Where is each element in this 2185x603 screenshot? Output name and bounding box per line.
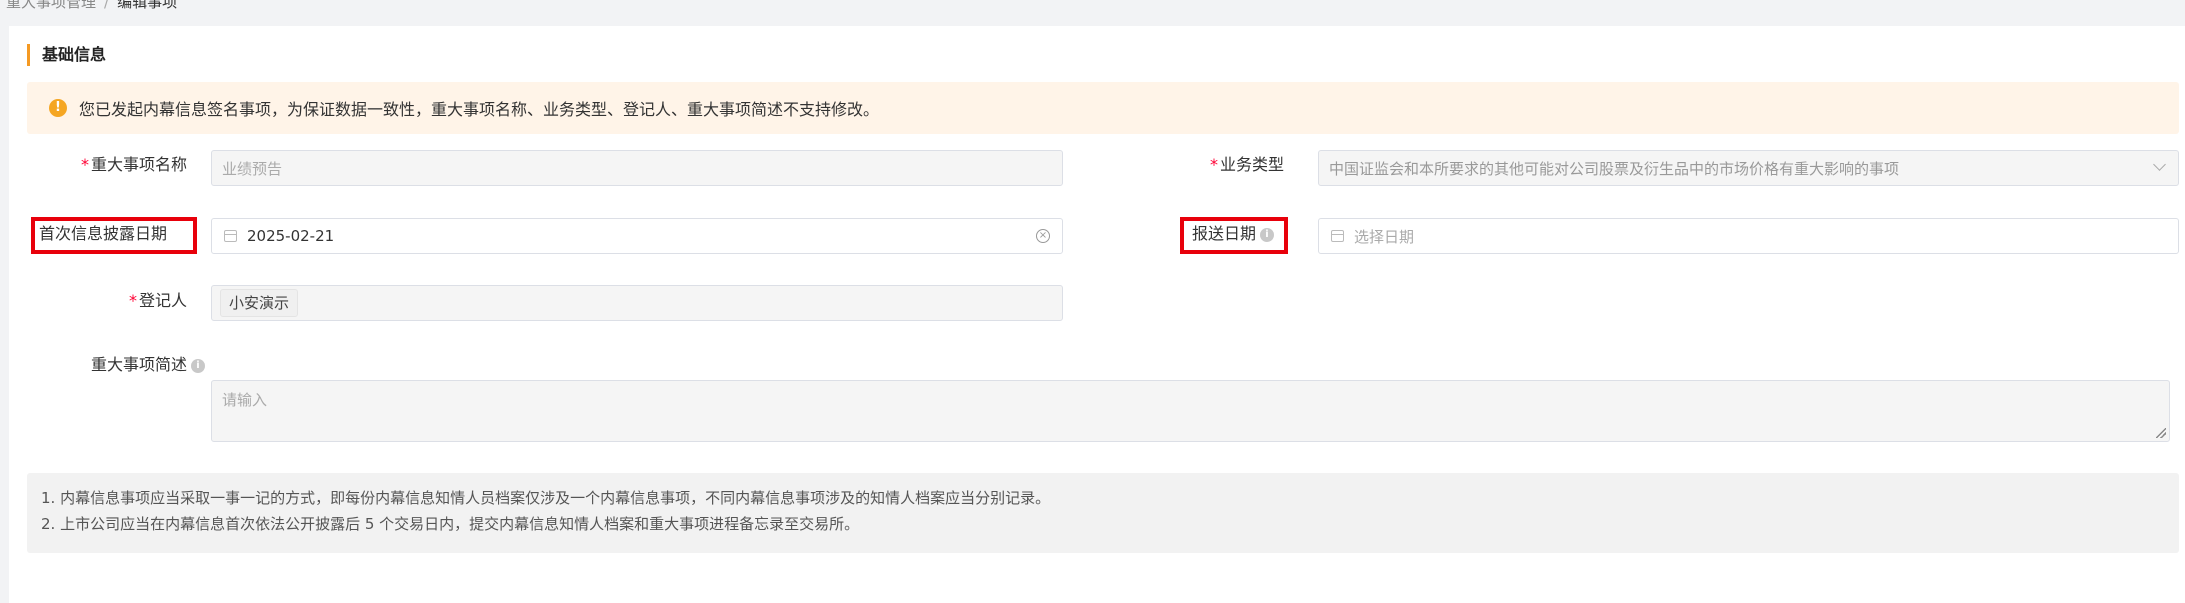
business-type-label-text: 业务类型 [1219, 155, 1284, 174]
matter-name-label: * 重大事项名称 [29, 154, 187, 176]
breadcrumb-parent[interactable]: 重大事项管理 [6, 0, 96, 11]
registrant-select[interactable]: 小安演示 [211, 285, 1063, 321]
breadcrumb-current: 编辑事项 [117, 0, 178, 11]
registrant-label: * 登记人 [29, 290, 187, 312]
required-mark: * [80, 155, 89, 174]
required-mark: * [1209, 155, 1218, 174]
breadcrumb-separator: / [104, 0, 110, 11]
calendar-icon [224, 230, 237, 242]
note-line: 2. 上市公司应当在内幕信息首次依法公开披露后 5 个交易日内，提交内幕信息知情… [41, 515, 860, 533]
breadcrumb: 重大事项管理 / 编辑事项 [6, 0, 177, 12]
required-mark: * [128, 291, 137, 310]
submit-date-placeholder: 选择日期 [1354, 227, 1415, 246]
submit-date-picker[interactable]: 选择日期 [1318, 218, 2179, 254]
warning-icon: ! [49, 99, 67, 117]
resize-handle-icon[interactable] [2156, 428, 2166, 438]
info-icon[interactable]: i [1260, 227, 1275, 242]
notes-box: 1. 内幕信息事项应当采取一事一记的方式，即每份内幕信息知情人员档案仅涉及一个内… [27, 473, 2179, 553]
description-textarea[interactable]: 请输入 [211, 380, 2170, 442]
section-title: 基础信息 [27, 44, 106, 66]
business-type-value: 中国证监会和本所要求的其他可能对公司股票及衍生品中的市场价格有重大影响的事项 [1329, 159, 1900, 178]
submit-date-label-text: 报送日期 [1192, 224, 1257, 243]
form-card: 基础信息 ! 您已发起内幕信息签名事项，为保证数据一致性，重大事项名称、业务类型… [9, 26, 2185, 603]
business-type-label: * 业务类型 [1159, 154, 1284, 176]
chevron-down-icon [2153, 158, 2166, 171]
notice-banner: ! 您已发起内幕信息签名事项，为保证数据一致性，重大事项名称、业务类型、登记人、… [27, 82, 2179, 134]
description-placeholder: 请输入 [222, 391, 268, 409]
first-disclosure-date-picker[interactable]: 2025-02-21 × [211, 218, 1063, 254]
matter-name-label-text: 重大事项名称 [90, 155, 187, 174]
registrant-tag: 小安演示 [220, 289, 299, 317]
notice-text: 您已发起内幕信息签名事项，为保证数据一致性，重大事项名称、业务类型、登记人、重大… [79, 100, 880, 119]
description-label: 重大事项简述 i [29, 354, 205, 376]
first-disclosure-date-label: 首次信息披露日期 [39, 224, 168, 243]
matter-name-input[interactable]: 业绩预告 [211, 150, 1063, 186]
first-disclosure-date-value: 2025-02-21 [247, 227, 335, 245]
note-line: 1. 内幕信息事项应当采取一事一记的方式，即每份内幕信息知情人员档案仅涉及一个内… [41, 489, 1051, 507]
submit-date-label: 报送日期 i [1192, 223, 1302, 245]
calendar-icon [1331, 230, 1344, 242]
clear-icon[interactable]: × [1036, 229, 1050, 243]
info-icon[interactable]: i [191, 358, 205, 373]
description-label-text: 重大事项简述 [90, 355, 187, 374]
matter-name-placeholder: 业绩预告 [222, 159, 283, 178]
business-type-select[interactable]: 中国证监会和本所要求的其他可能对公司股票及衍生品中的市场价格有重大影响的事项 [1318, 150, 2179, 186]
registrant-label-text: 登记人 [138, 291, 187, 310]
